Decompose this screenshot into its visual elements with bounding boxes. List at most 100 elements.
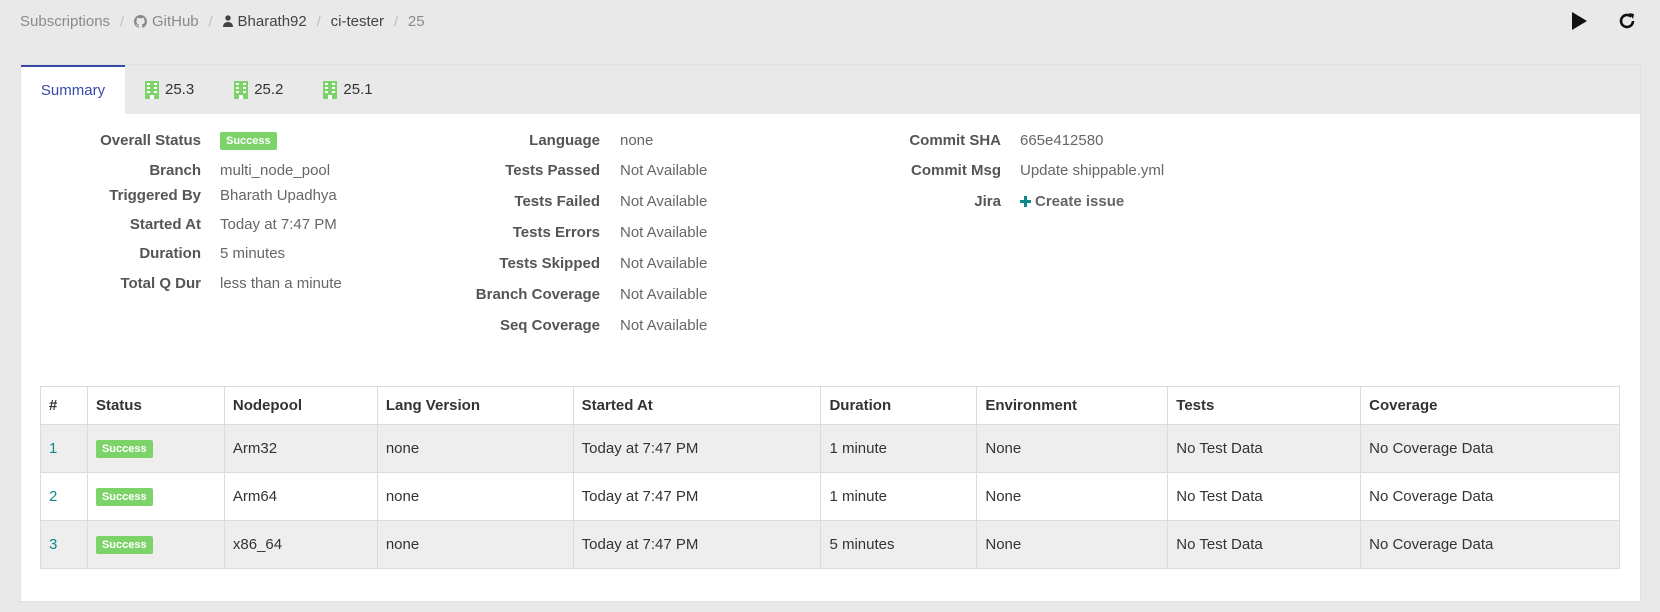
tests-skipped-row: Tests Skipped Not Available	[21, 253, 821, 273]
tests-skipped-value: Not Available	[620, 254, 708, 272]
table-header-row: # Status Nodepool Lang Version Started A…	[40, 386, 1620, 425]
duration-cell: 1 minute	[820, 472, 978, 521]
column-header: Duration	[820, 386, 978, 425]
plus-icon	[1020, 195, 1031, 207]
github-icon	[133, 14, 147, 28]
job-number-link[interactable]: 3	[49, 536, 57, 553]
duration-cell: 1 minute	[820, 424, 978, 473]
breadcrumb: Subscriptions / GitHub / Bharath92 / ci-…	[20, 13, 425, 30]
building-icon	[323, 80, 338, 99]
commit-sha-link[interactable]: 665e412580	[1020, 132, 1103, 149]
tests-cell: No Test Data	[1167, 520, 1362, 569]
column-header: Started At	[572, 386, 822, 425]
tab-summary[interactable]: Summary	[21, 65, 125, 114]
breadcrumb-separator: /	[316, 13, 321, 29]
breadcrumb-repo[interactable]: ci-tester	[331, 13, 384, 30]
tests-skipped-label: Tests Skipped	[499, 254, 600, 272]
tab-bar: Summary 25.3 25.2 25.1	[21, 65, 1640, 114]
tests-cell: No Test Data	[1167, 472, 1362, 521]
branch-coverage-value: Not Available	[620, 285, 708, 303]
breadcrumb-subscriptions[interactable]: Subscriptions	[20, 13, 110, 30]
column-header: Status	[86, 386, 225, 425]
status-badge: Success	[95, 440, 153, 458]
nodepool-cell: Arm64	[223, 472, 378, 521]
tab-label: 25.3	[165, 81, 195, 98]
table-row: 1 Success Arm32 none Today at 7:47 PM 1 …	[40, 424, 1620, 473]
branch-coverage-label: Branch Coverage	[475, 285, 600, 303]
status-badge: Success	[95, 536, 153, 554]
jira-label: Jira	[974, 192, 1001, 210]
lang-version-cell: none	[376, 424, 574, 473]
lang-version-cell: none	[376, 520, 574, 569]
table-row: 2 Success Arm64 none Today at 7:47 PM 1 …	[40, 472, 1620, 521]
status-cell: Success	[86, 472, 225, 521]
tests-errors-label: Tests Errors	[512, 223, 600, 241]
commit-msg-value: Update shippable.yml	[1020, 161, 1165, 179]
branch-coverage-row: Branch Coverage Not Available	[21, 284, 821, 304]
tests-errors-row: Tests Errors Not Available	[21, 222, 821, 242]
tests-errors-value: Not Available	[620, 223, 708, 241]
commit-msg-label: Commit Msg	[911, 161, 1001, 179]
column-header: Nodepool	[223, 386, 378, 425]
user-icon	[222, 15, 233, 27]
status-cell: Success	[86, 520, 225, 569]
building-icon	[234, 80, 249, 99]
status-badge: Success	[95, 488, 153, 506]
commit-sha-row: Commit SHA 665e412580	[21, 130, 1221, 150]
seq-coverage-label: Seq Coverage	[499, 316, 600, 334]
lang-version-cell: none	[376, 472, 574, 521]
breadcrumb-build: 25	[407, 12, 425, 30]
job-number-link[interactable]: 1	[49, 440, 57, 457]
column-header: Tests	[1167, 386, 1362, 425]
job-number-cell: 3	[40, 520, 88, 569]
breadcrumb-provider[interactable]: GitHub	[133, 12, 199, 30]
jobs-table: # Status Nodepool Lang Version Started A…	[40, 386, 1620, 569]
job-number-cell: 1	[40, 424, 88, 473]
job-number-link[interactable]: 2	[49, 488, 57, 505]
duration-cell: 5 minutes	[820, 520, 978, 569]
tab-25-2[interactable]: 25.2	[214, 65, 303, 114]
coverage-cell: No Coverage Data	[1360, 424, 1620, 473]
environment-cell: None	[976, 520, 1169, 569]
tab-label: 25.2	[254, 81, 284, 98]
seq-coverage-row: Seq Coverage Not Available	[21, 315, 821, 335]
seq-coverage-value: Not Available	[620, 316, 708, 334]
breadcrumb-owner-label: Bharath92	[237, 12, 307, 30]
create-issue-label: Create issue	[1035, 192, 1125, 210]
commit-msg-row: Commit Msg Update shippable.yml	[21, 160, 1221, 180]
top-actions	[1544, 8, 1640, 34]
environment-cell: None	[976, 424, 1169, 473]
jira-row: Jira Create issue	[21, 191, 1221, 211]
status-cell: Success	[86, 424, 225, 473]
breadcrumb-separator: /	[208, 13, 213, 29]
build-panel: Summary 25.3 25.2 25.1 Overall Status Su	[20, 64, 1641, 602]
started-at-cell: Today at 7:47 PM	[572, 520, 822, 569]
coverage-cell: No Coverage Data	[1360, 520, 1620, 569]
tab-25-3[interactable]: 25.3	[125, 65, 214, 114]
started-at-cell: Today at 7:47 PM	[572, 472, 822, 521]
started-at-cell: Today at 7:47 PM	[572, 424, 822, 473]
column-header: Environment	[976, 386, 1169, 425]
jobs-table-wrapper: # Status Nodepool Lang Version Started A…	[40, 386, 1620, 569]
column-header: Coverage	[1360, 386, 1620, 425]
tab-25-1[interactable]: 25.1	[303, 65, 392, 114]
building-icon	[145, 80, 159, 99]
breadcrumb-owner[interactable]: Bharath92	[222, 12, 307, 30]
play-icon[interactable]	[1566, 8, 1592, 34]
column-header: #	[40, 386, 88, 425]
coverage-cell: No Coverage Data	[1360, 472, 1620, 521]
refresh-icon[interactable]	[1614, 8, 1640, 34]
table-row: 3 Success x86_64 none Today at 7:47 PM 5…	[40, 520, 1620, 569]
tab-label: 25.1	[343, 81, 373, 98]
commit-sha-label: Commit SHA	[909, 131, 1001, 149]
column-header: Lang Version	[376, 386, 574, 425]
breadcrumb-separator: /	[393, 13, 398, 29]
job-number-cell: 2	[40, 472, 88, 521]
create-issue-link[interactable]: Create issue	[1020, 193, 1124, 210]
build-summary: Overall Status Success Branch multi_node…	[21, 114, 1640, 384]
top-bar: Subscriptions / GitHub / Bharath92 / ci-…	[20, 10, 1640, 32]
breadcrumb-separator: /	[120, 13, 124, 29]
breadcrumb-provider-label: GitHub	[151, 12, 199, 30]
tests-cell: No Test Data	[1167, 424, 1362, 473]
nodepool-cell: x86_64	[223, 520, 378, 569]
